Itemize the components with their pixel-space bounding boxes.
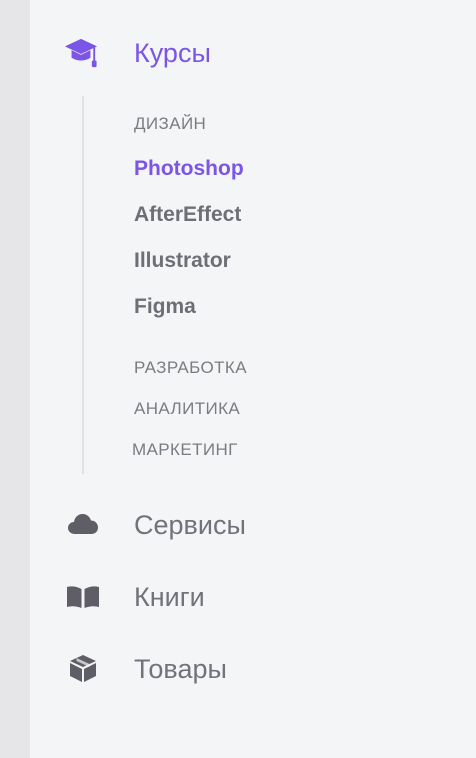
sidebar-panel: Курсы ДИЗАЙН Photoshop AfterEffect Illus… — [30, 0, 476, 758]
group-analytics[interactable]: АНАЛИТИКА — [134, 399, 240, 419]
course-figma[interactable]: Figma — [134, 295, 196, 319]
cloud-icon — [66, 507, 100, 541]
course-illustrator[interactable]: Illustrator — [134, 249, 231, 273]
course-aftereffect[interactable]: AfterEffect — [134, 203, 241, 227]
sidebar-item-services[interactable]: Сервисы — [30, 500, 476, 556]
open-book-icon — [66, 580, 100, 614]
sidebar-item-courses[interactable]: Курсы — [30, 0, 476, 100]
graduation-cap-icon — [64, 36, 98, 70]
sidebar-item-books[interactable]: Книги — [30, 572, 476, 628]
tree-line — [82, 96, 84, 474]
box-icon — [66, 651, 100, 685]
sidebar-item-label: Товары — [134, 654, 227, 684]
group-development[interactable]: РАЗРАБОТКА — [134, 358, 247, 378]
group-marketing[interactable]: МАРКЕТИНГ — [132, 440, 238, 460]
sidebar-item-label: Книги — [134, 582, 205, 612]
sidebar-item-label: Курсы — [134, 38, 211, 68]
sidebar-item-goods[interactable]: Товары — [30, 644, 476, 700]
course-photoshop[interactable]: Photoshop — [134, 157, 244, 181]
group-design[interactable]: ДИЗАЙН — [134, 114, 206, 134]
sidebar-item-label: Сервисы — [134, 510, 246, 540]
